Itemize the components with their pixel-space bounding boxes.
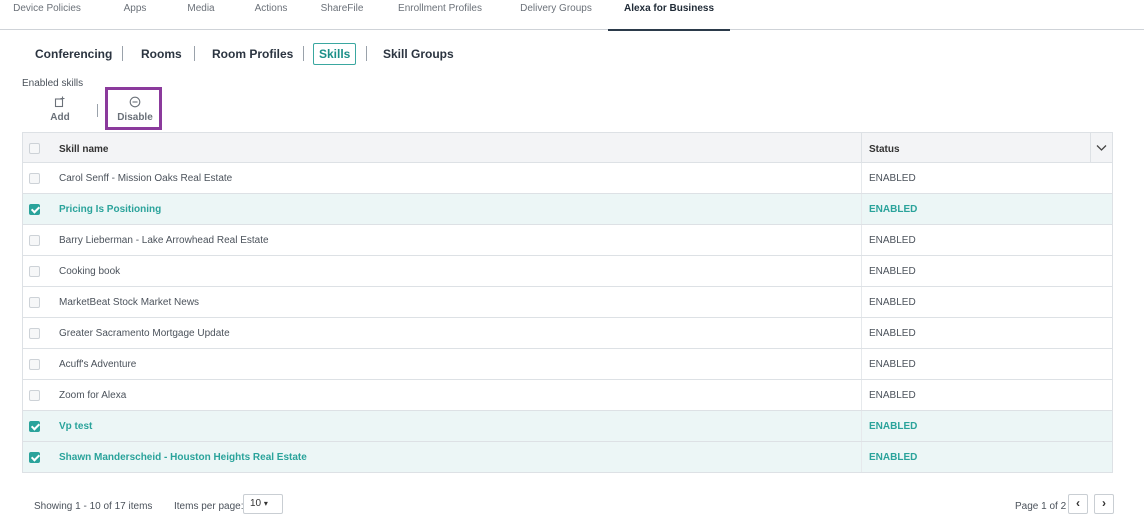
prev-page-button[interactable]: ‹ bbox=[1068, 494, 1088, 514]
subtab-conferencing[interactable]: Conferencing bbox=[35, 40, 112, 68]
toolbar-divider bbox=[97, 104, 98, 117]
subtab-skill-groups[interactable]: Skill Groups bbox=[383, 40, 454, 68]
chevron-down-icon bbox=[1096, 140, 1107, 155]
subtab-skills[interactable]: Skills bbox=[313, 43, 357, 65]
skill-name: Vp test bbox=[59, 421, 93, 432]
skill-status: ENABLED bbox=[869, 204, 918, 215]
skill-status: ENABLED bbox=[869, 297, 916, 308]
skill-status: ENABLED bbox=[869, 328, 916, 339]
subtab-room-profiles[interactable]: Room Profiles bbox=[212, 40, 293, 68]
tab-sharefile[interactable]: ShareFile bbox=[310, 0, 374, 30]
tab-actions[interactable]: Actions bbox=[242, 0, 300, 30]
skill-status: ENABLED bbox=[869, 421, 918, 432]
page-indicator: Page 1 of 2 bbox=[1015, 501, 1067, 512]
table-footer: Showing 1 - 10 of 17 items Items per pag… bbox=[0, 490, 1144, 516]
row-checkbox[interactable] bbox=[29, 421, 40, 432]
table-row[interactable]: Zoom for Alexa ENABLED bbox=[23, 380, 1112, 411]
items-per-page-select[interactable]: 10 ▾ bbox=[243, 494, 283, 514]
table-header: Skill name Status bbox=[23, 132, 1112, 163]
skill-status: ENABLED bbox=[869, 452, 918, 463]
row-checkbox[interactable] bbox=[29, 452, 40, 463]
skill-status: ENABLED bbox=[869, 359, 916, 370]
tab-enrollment-profiles[interactable]: Enrollment Profiles bbox=[388, 0, 492, 30]
skills-table: Skill name Status Carol Senff - Mission … bbox=[22, 132, 1113, 473]
row-checkbox[interactable] bbox=[29, 266, 40, 277]
skill-name: Greater Sacramento Mortgage Update bbox=[59, 328, 230, 339]
subtab-divider bbox=[366, 46, 367, 61]
column-divider bbox=[861, 163, 862, 193]
row-checkbox[interactable] bbox=[29, 204, 40, 215]
column-divider bbox=[861, 194, 862, 224]
tab-device-policies[interactable]: Device Policies bbox=[0, 0, 94, 30]
skill-status: ENABLED bbox=[869, 266, 916, 277]
column-divider bbox=[861, 133, 862, 163]
skill-name: Acuff's Adventure bbox=[59, 359, 137, 370]
tab-delivery-groups[interactable]: Delivery Groups bbox=[508, 0, 604, 30]
column-divider bbox=[861, 287, 862, 317]
subtab-divider bbox=[122, 46, 123, 61]
skill-name: Zoom for Alexa bbox=[59, 390, 127, 401]
row-checkbox[interactable] bbox=[29, 328, 40, 339]
chevron-right-icon: › bbox=[1102, 496, 1106, 510]
items-per-page-label: Items per page: bbox=[174, 501, 244, 512]
table-row[interactable]: Acuff's Adventure ENABLED bbox=[23, 349, 1112, 380]
row-checkbox[interactable] bbox=[29, 390, 40, 401]
select-all-checkbox[interactable] bbox=[29, 143, 40, 154]
add-label: Add bbox=[50, 112, 70, 123]
skill-name: MarketBeat Stock Market News bbox=[59, 297, 200, 308]
chevron-left-icon: ‹ bbox=[1076, 496, 1080, 510]
column-divider bbox=[861, 442, 862, 472]
subtab-rooms[interactable]: Rooms bbox=[141, 40, 182, 68]
table-row[interactable]: Cooking book ENABLED bbox=[23, 256, 1112, 287]
tab-media[interactable]: Media bbox=[175, 0, 227, 30]
column-divider bbox=[861, 225, 862, 255]
top-tab-bar: Device Policies Apps Media Actions Share… bbox=[0, 0, 1144, 31]
skill-status: ENABLED bbox=[869, 173, 916, 184]
skill-status: ENABLED bbox=[869, 390, 916, 401]
subtab-divider bbox=[194, 46, 195, 61]
subtab-divider bbox=[303, 46, 304, 61]
tab-alexa-for-business[interactable]: Alexa for Business bbox=[608, 0, 730, 31]
column-menu-button[interactable] bbox=[1090, 133, 1112, 163]
table-row[interactable]: Greater Sacramento Mortgage Update ENABLE… bbox=[23, 318, 1112, 349]
skill-name: Pricing Is Positioning bbox=[59, 204, 162, 215]
column-divider bbox=[861, 349, 862, 379]
column-divider bbox=[861, 256, 862, 286]
column-divider bbox=[861, 318, 862, 348]
row-checkbox[interactable] bbox=[29, 173, 40, 184]
table-body: Carol Senff - Mission Oaks Real Estate EN… bbox=[23, 163, 1112, 473]
next-page-button[interactable]: › bbox=[1094, 494, 1114, 514]
column-divider bbox=[861, 411, 862, 441]
skill-name: Shawn Manderscheid - Houston Heights Rea… bbox=[59, 452, 307, 463]
row-checkbox[interactable] bbox=[29, 297, 40, 308]
column-divider bbox=[861, 380, 862, 410]
caret-down-icon: ▾ bbox=[263, 499, 268, 508]
skill-name: Carol Senff - Mission Oaks Real Estate bbox=[59, 173, 233, 184]
table-row[interactable]: Carol Senff - Mission Oaks Real Estate EN… bbox=[23, 163, 1112, 194]
skill-status: ENABLED bbox=[869, 235, 916, 246]
column-header-status[interactable]: Status bbox=[869, 144, 900, 155]
table-row[interactable]: MarketBeat Stock Market News ENABLED bbox=[23, 287, 1112, 318]
add-icon bbox=[46, 96, 74, 111]
skill-name: Cooking book bbox=[59, 266, 121, 277]
items-per-page-value: 10 bbox=[250, 498, 262, 509]
tab-apps[interactable]: Apps bbox=[106, 0, 164, 30]
column-header-skill-name[interactable]: Skill name bbox=[59, 144, 108, 155]
table-row[interactable]: Shawn Manderscheid - Houston Heights Rea… bbox=[23, 442, 1112, 473]
row-checkbox[interactable] bbox=[29, 235, 40, 246]
table-row[interactable]: Barry Lieberman - Lake Arrowhead Real Es… bbox=[23, 225, 1112, 256]
section-label: Enabled skills bbox=[22, 78, 84, 89]
table-row[interactable]: Pricing Is Positioning ENABLED bbox=[23, 194, 1112, 225]
table-row[interactable]: Vp test ENABLED bbox=[23, 411, 1112, 442]
skill-name: Barry Lieberman - Lake Arrowhead Real Es… bbox=[59, 235, 269, 246]
highlight-box bbox=[105, 87, 162, 130]
row-checkbox[interactable] bbox=[29, 359, 40, 370]
add-button[interactable]: Add bbox=[46, 96, 74, 130]
items-count: Showing 1 - 10 of 17 items bbox=[34, 501, 153, 512]
